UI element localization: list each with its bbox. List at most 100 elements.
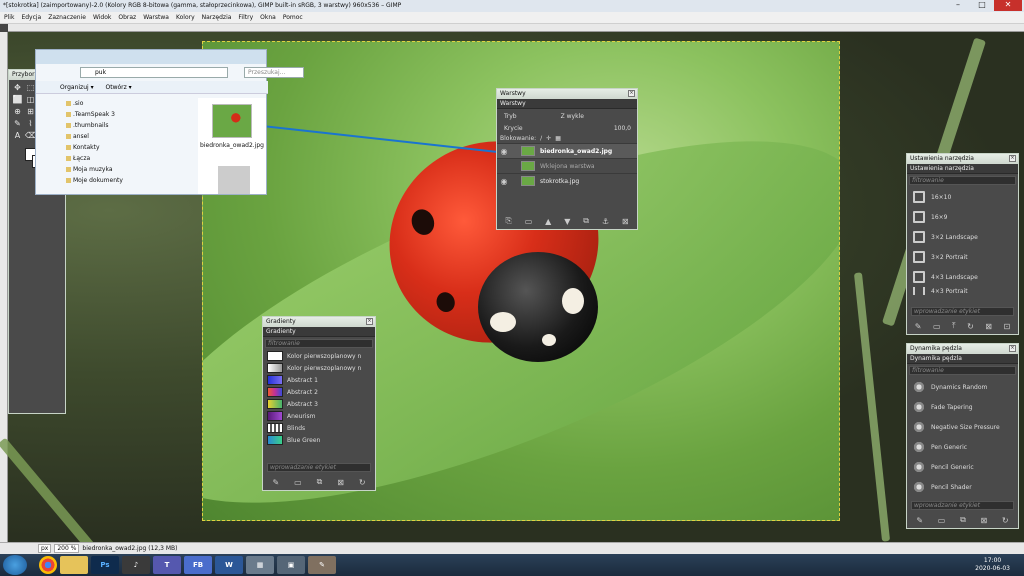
nav-item[interactable]: Moja muzyka <box>66 164 188 175</box>
gradient-item[interactable]: Aneurism <box>263 410 375 422</box>
taskbar-clock[interactable]: 17:00 2020-06-03 <box>975 557 1010 573</box>
anchor-layer-icon[interactable]: ⚓ <box>602 217 609 226</box>
nav-item[interactable]: .TeamSpeak 3 <box>66 109 188 120</box>
visibility-eye-icon[interactable]: ◉ <box>497 147 511 156</box>
menu-edit[interactable]: Edycja <box>21 14 41 21</box>
preset-item[interactable]: 16×9 <box>907 207 1018 227</box>
file-thumbnail-2[interactable] <box>218 166 250 194</box>
gradient-item[interactable]: Kolor pierwszoplanowy n <box>263 350 375 362</box>
duplicate-gradient-icon[interactable]: ⧉ <box>317 477 323 487</box>
nav-item[interactable]: .thumbnails <box>66 120 188 131</box>
nav-item[interactable]: ansel <box>66 131 188 142</box>
tool-options-tags-input[interactable]: wprowadzanie etykiet <box>911 307 1014 316</box>
organize-button[interactable]: Organizuj ▾ <box>60 84 94 91</box>
chrome-taskbar-icon[interactable] <box>39 556 57 574</box>
start-button-icon[interactable] <box>3 555 27 575</box>
gradient-item[interactable]: Blinds <box>263 422 375 434</box>
brush-dynamics-close-icon[interactable]: × <box>1009 345 1016 352</box>
refresh-dynamics-icon[interactable]: ↻ <box>1002 516 1009 525</box>
dynamics-item[interactable]: Fade Tapering <box>907 397 1018 417</box>
layer-name[interactable]: biedronka_owad2.jpg <box>540 148 612 155</box>
move-tool-icon[interactable]: ✥ <box>12 83 23 93</box>
word-taskbar-icon[interactable]: W <box>215 556 243 574</box>
nav-item[interactable]: Kontakty <box>66 142 188 153</box>
gradient-item[interactable]: Blue Green <box>263 434 375 446</box>
layer-name[interactable]: stokrotka.jpg <box>540 178 579 185</box>
preset-item[interactable]: 4×3 Landscape <box>907 267 1018 287</box>
preset-item[interactable]: 3×2 Landscape <box>907 227 1018 247</box>
gradient-item[interactable]: Kolor pierwszoplanowy n <box>263 362 375 374</box>
brush-dynamics-filter-input[interactable]: filtrowanie <box>909 366 1016 375</box>
nav-item[interactable]: .sio <box>66 98 188 109</box>
mode-select[interactable]: Z wykle <box>561 113 584 120</box>
gradients-close-icon[interactable]: × <box>366 318 373 325</box>
explorer-search-input[interactable]: Przeszukaj... <box>244 67 304 78</box>
edit-preset-icon[interactable]: ✎ <box>915 322 922 331</box>
delete-preset-icon[interactable]: ⊠ <box>985 322 992 331</box>
menu-view[interactable]: Widok <box>93 14 111 21</box>
dynamics-item[interactable]: Pen Generic <box>907 437 1018 457</box>
menu-layer[interactable]: Warstwa <box>143 14 169 21</box>
lower-layer-icon[interactable]: ▼ <box>564 217 570 226</box>
app-taskbar-icon[interactable]: ♪ <box>122 556 150 574</box>
brush-dynamics-tags-input[interactable]: wprowadzanie etykiet <box>911 501 1014 510</box>
layers-tab[interactable]: Warstwy <box>497 99 637 109</box>
preset-item[interactable]: 16×10 <box>907 187 1018 207</box>
vertical-ruler[interactable] <box>0 32 8 542</box>
text-tool-icon[interactable]: A <box>12 131 23 141</box>
layer-row[interactable]: ◉ biedronka_owad2.jpg <box>497 143 637 158</box>
layer-row[interactable]: Wklejona warstwa <box>497 158 637 173</box>
edit-dynamics-icon[interactable]: ✎ <box>916 516 923 525</box>
preset-item[interactable]: 4×3 Portrait <box>907 287 1018 295</box>
refresh-gradients-icon[interactable]: ↻ <box>359 478 366 487</box>
photoshop-taskbar-icon[interactable]: Ps <box>91 556 119 574</box>
duplicate-dynamics-icon[interactable]: ⧉ <box>960 515 966 525</box>
new-layer-icon[interactable]: ⎘ <box>505 216 511 226</box>
refresh-preset-icon[interactable]: ↻ <box>967 322 974 331</box>
tool-options-close-icon[interactable]: × <box>1009 155 1016 162</box>
gradient-item[interactable]: Abstract 2 <box>263 386 375 398</box>
menu-tools[interactable]: Narzędzia <box>202 14 232 21</box>
delete-gradient-icon[interactable]: ⊠ <box>337 478 344 487</box>
brush-dynamics-tab[interactable]: Dynamika pędzla <box>907 354 1018 364</box>
zoom-select[interactable]: 200 % <box>54 544 80 553</box>
gradients-filter-input[interactable]: filtrowanie <box>265 339 373 348</box>
messenger-taskbar-icon[interactable]: FB <box>184 556 212 574</box>
layer-name[interactable]: Wklejona warstwa <box>540 163 595 170</box>
teams-taskbar-icon[interactable]: T <box>153 556 181 574</box>
preset-item[interactable]: 3×2 Portrait <box>907 247 1018 267</box>
lock-pixels-icon[interactable]: ∕ <box>540 135 542 142</box>
unit-select[interactable]: px <box>38 544 52 553</box>
new-gradient-icon[interactable]: ▭ <box>294 478 302 487</box>
open-button[interactable]: Otwórz ▾ <box>106 84 132 91</box>
menu-colors[interactable]: Kolory <box>176 14 195 21</box>
nav-item[interactable]: Moje dokumenty <box>66 175 188 186</box>
new-preset-icon[interactable]: ▭ <box>933 322 941 331</box>
close-button[interactable]: ✕ <box>994 0 1022 11</box>
layer-row[interactable]: ◉ stokrotka.jpg <box>497 173 637 188</box>
photos-taskbar-icon[interactable]: ▣ <box>277 556 305 574</box>
dynamics-item[interactable]: Dynamics Random <box>907 377 1018 397</box>
maximize-button[interactable]: □ <box>970 0 994 11</box>
address-bar[interactable]: puk <box>80 67 228 78</box>
file-name[interactable]: biedronka_owad2.jpg <box>198 142 266 150</box>
opacity-value[interactable]: 100,0 <box>614 125 631 132</box>
new-dynamics-icon[interactable]: ▭ <box>938 516 946 525</box>
explorer-taskbar-icon[interactable] <box>60 556 88 574</box>
visibility-eye-icon[interactable]: ◉ <box>497 177 511 186</box>
nav-item[interactable]: Łącza <box>66 153 188 164</box>
viewer-taskbar-icon[interactable]: ▦ <box>246 556 274 574</box>
dynamics-item[interactable]: Pencil Shader <box>907 477 1018 497</box>
save-preset-icon[interactable]: ⊡ <box>1003 322 1010 331</box>
lock-alpha-icon[interactable]: ▦ <box>555 135 561 142</box>
layers-close-icon[interactable]: × <box>628 90 635 97</box>
menu-file[interactable]: Plik <box>4 14 14 21</box>
tool-options-tab[interactable]: Ustawienia narzędzia <box>907 164 1018 174</box>
tool-options-filter-input[interactable]: filtrowanie <box>909 176 1016 185</box>
raise-layer-icon[interactable]: ▲ <box>545 217 551 226</box>
delete-layer-icon[interactable]: ⊠ <box>622 217 629 226</box>
gradient-item[interactable]: Abstract 1 <box>263 374 375 386</box>
dynamics-item[interactable]: Pencil Generic <box>907 457 1018 477</box>
gradients-tags-input[interactable]: wprowadzanie etykiet <box>267 463 371 472</box>
gradient-item[interactable]: Abstract 3 <box>263 398 375 410</box>
